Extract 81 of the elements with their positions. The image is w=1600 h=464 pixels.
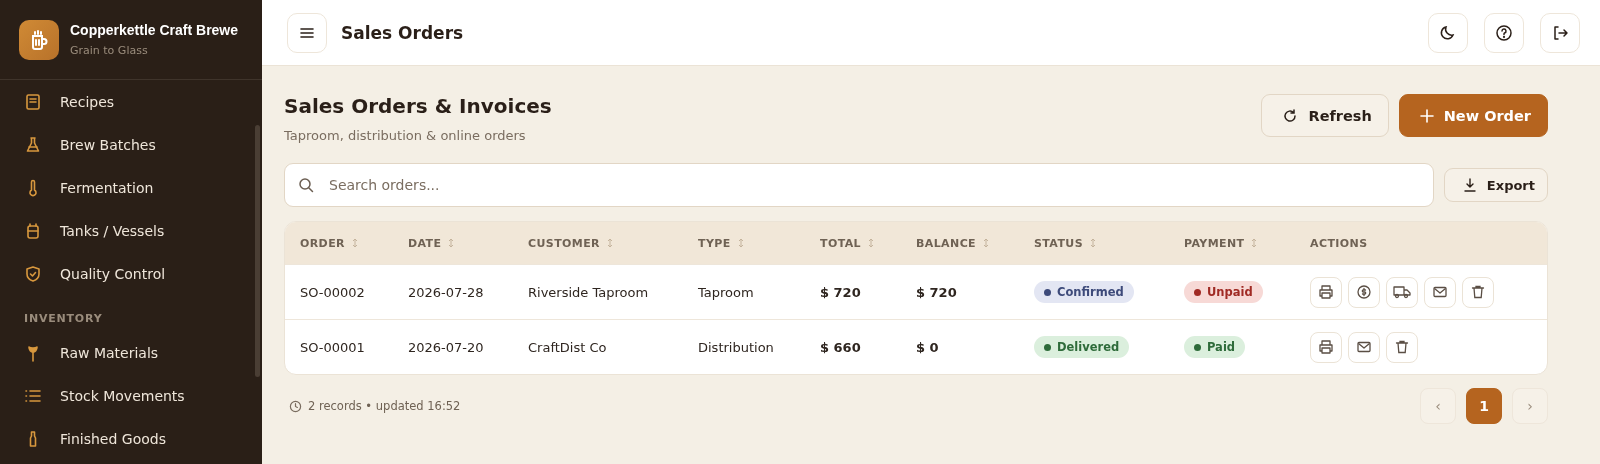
printer-icon xyxy=(1318,339,1334,355)
order-total: $ 720 xyxy=(820,284,861,300)
status-badge: Delivered xyxy=(1034,336,1130,358)
column-header[interactable]: ACTIONS xyxy=(1310,236,1368,250)
payment-button[interactable] xyxy=(1348,276,1380,308)
nav-item[interactable]: Brew Batches xyxy=(24,123,262,166)
nav-section-label: INVENTORY xyxy=(24,311,104,327)
truck-icon xyxy=(1393,284,1411,300)
nav-item[interactable]: Stock Movements xyxy=(24,374,262,417)
refresh-button[interactable]: Refresh xyxy=(1261,94,1389,137)
document-icon xyxy=(24,92,42,111)
section-subtitle: Taproom, distribution & online orders xyxy=(284,128,527,143)
column-header[interactable]: STATUS xyxy=(1034,236,1083,250)
nav-item[interactable]: Quality Control xyxy=(24,252,262,295)
trash-icon xyxy=(1470,284,1486,300)
logout-button[interactable] xyxy=(1540,12,1580,53)
status-badge: Confirmed xyxy=(1034,281,1134,303)
envelope-icon xyxy=(1356,339,1372,355)
delete-button[interactable] xyxy=(1462,276,1494,308)
records-info: 2 records • updated 16:52 xyxy=(308,399,461,413)
order-number: SO-00002 xyxy=(300,284,365,300)
download-icon xyxy=(1462,178,1477,192)
print-button[interactable] xyxy=(1310,276,1342,308)
nav-item[interactable]: Finished Goods xyxy=(24,417,262,460)
delete-button[interactable] xyxy=(1386,331,1418,363)
payment-badge: Unpaid xyxy=(1184,281,1263,303)
previous-page-button[interactable]: ‹ xyxy=(1420,388,1456,424)
help-button[interactable] xyxy=(1484,12,1524,53)
order-balance: $ 720 xyxy=(916,284,957,300)
tank-icon xyxy=(24,221,42,240)
order-number: SO-00001 xyxy=(300,339,365,355)
moon-icon xyxy=(1439,23,1457,42)
coin-icon xyxy=(1356,284,1372,300)
nav-item[interactable]: Recipes xyxy=(24,80,262,123)
flask-icon xyxy=(24,135,42,154)
column-header[interactable]: TOTAL xyxy=(820,236,862,250)
customer-name: Riverside Taproom xyxy=(528,284,649,300)
export-button[interactable]: Export xyxy=(1443,168,1548,202)
column-header[interactable]: TYPE xyxy=(698,236,731,250)
menu-button[interactable] xyxy=(287,12,327,53)
new-order-button[interactable]: New Order xyxy=(1398,94,1548,137)
help-icon xyxy=(1495,23,1513,42)
column-header[interactable]: BALANCE xyxy=(916,236,976,250)
dark-mode-button[interactable] xyxy=(1428,12,1468,53)
email-button[interactable] xyxy=(1424,276,1456,308)
page-button[interactable]: 1 xyxy=(1466,388,1502,424)
order-type: Taproom xyxy=(698,284,754,300)
customer-name: CraftDist Co xyxy=(528,339,607,355)
print-button[interactable] xyxy=(1310,331,1342,363)
clock-icon xyxy=(289,399,302,413)
nav-item[interactable]: Fermentation xyxy=(24,166,262,209)
search-field[interactable]: Search orders... xyxy=(284,163,1434,207)
scrollbar[interactable] xyxy=(255,125,260,377)
search-icon xyxy=(298,177,314,193)
order-total: $ 660 xyxy=(820,339,861,355)
order-balance: $ 0 xyxy=(916,339,939,355)
column-header[interactable]: ORDER xyxy=(300,236,345,250)
brand-name: Copperkettle Craft Brewe xyxy=(70,22,239,38)
order-date: 2026-07-28 xyxy=(408,284,484,300)
column-header[interactable]: PAYMENT xyxy=(1184,236,1245,250)
column-header[interactable]: DATE xyxy=(408,236,442,250)
page-title: Sales Orders xyxy=(341,22,464,43)
order-type: Distribution xyxy=(698,339,774,355)
logout-icon xyxy=(1551,23,1569,42)
column-header[interactable]: CUSTOMER xyxy=(528,236,600,250)
shield-icon xyxy=(24,264,42,283)
nav-item[interactable]: Raw Materials xyxy=(24,331,262,374)
plus-icon xyxy=(1419,108,1434,123)
section-heading: Sales Orders & Invoices xyxy=(284,94,552,118)
truck-button[interactable] xyxy=(1386,276,1418,308)
trash-icon xyxy=(1394,339,1410,355)
printer-icon xyxy=(1318,284,1334,300)
order-date: 2026-07-20 xyxy=(408,339,484,355)
brand-tagline: Grain to Glass xyxy=(70,44,149,57)
payment-badge: Paid xyxy=(1184,336,1246,358)
refresh-icon xyxy=(1282,107,1299,124)
next-page-button[interactable]: › xyxy=(1512,388,1548,424)
envelope-icon xyxy=(1432,284,1448,300)
email-button[interactable] xyxy=(1348,331,1380,363)
brand-logo xyxy=(19,19,59,60)
nav-item[interactable]: Tanks / Vessels xyxy=(24,209,262,252)
